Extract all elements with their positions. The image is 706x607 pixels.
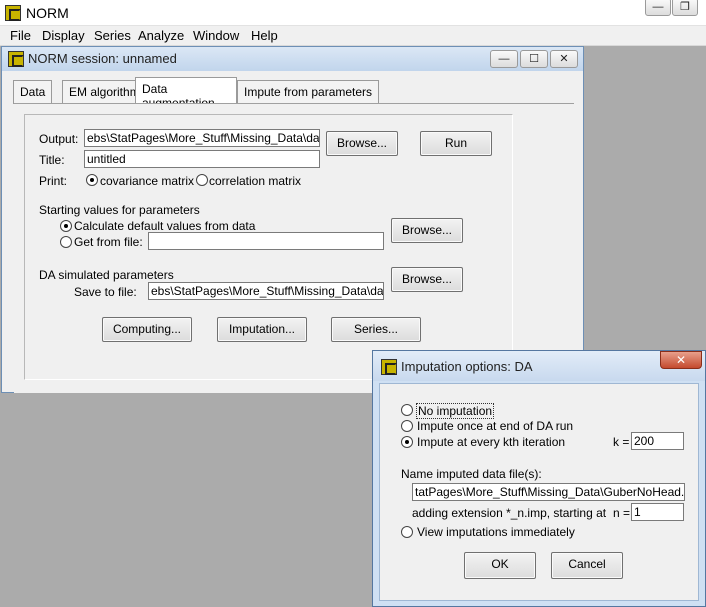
title-field[interactable]: untitled [84,150,320,168]
calc-default-radio[interactable] [60,220,72,232]
computing-button[interactable]: Computing... [102,317,192,342]
menu-file[interactable]: File [10,28,31,43]
adding-extension-label: adding extension *_n.imp, starting at [412,506,607,520]
k-field[interactable]: 200 [631,432,684,450]
session-window: NORM session: unnamed — ☐ ✕ Data EM algo… [1,46,584,393]
ok-button[interactable]: OK [464,552,536,579]
imputation-options-dialog: Imputation options: DA ✕ No imputation I… [372,350,706,607]
norm-logo-icon [5,5,21,21]
save-to-file-field[interactable]: ebs\StatPages\More_Stuff\Missing_Data\da… [148,282,384,300]
no-imputation-radio[interactable] [401,404,413,416]
menu-display[interactable]: Display [42,28,85,43]
maximize-icon: ☐ [529,53,539,65]
no-imputation-label: No imputation [416,403,495,419]
tab-label: Impute from parameters [244,85,373,99]
impute-every-k-radio[interactable] [401,436,413,448]
dialog-logo-icon [381,359,397,375]
starting-values-heading: Starting values for parameters [39,203,200,217]
session-minimize-button[interactable]: — [490,50,518,68]
session-close-button[interactable]: ✕ [550,50,578,68]
app-titlebar: NORM — ❐ [0,0,706,26]
da-browse-button[interactable]: Browse... [391,267,463,292]
impute-once-label: Impute once at end of DA run [417,419,574,433]
impute-every-k-label: Impute at every kth iteration [417,435,566,449]
app-title: NORM [26,5,69,21]
k-label: k = [613,435,630,449]
restore-icon: ❐ [680,1,690,13]
print-label: Print: [39,174,68,188]
n-field[interactable]: 1 [631,503,684,521]
tab-data-augmentation[interactable]: Data augmentation [135,77,237,110]
output-field[interactable]: ebs\StatPages\More_Stuff\Missing_Data\da… [84,129,320,147]
menu-analyze[interactable]: Analyze [138,28,184,43]
session-maximize-button[interactable]: ☐ [520,50,548,68]
session-title: NORM session: unnamed [28,51,177,66]
correlation-radio[interactable] [196,174,208,186]
imputation-button[interactable]: Imputation... [217,317,307,342]
menu-window[interactable]: Window [193,28,239,43]
n-label: n = [613,506,631,520]
dialog-close-button[interactable]: ✕ [660,351,702,369]
dialog-title: Imputation options: DA [401,359,533,374]
cancel-button[interactable]: Cancel [551,552,623,579]
impute-once-radio[interactable] [401,420,413,432]
tab-impute-from-parameters[interactable]: Impute from parameters [237,80,380,104]
view-imputations-label: View imputations immediately [417,525,575,539]
covariance-label: covariance matrix [100,174,195,188]
calc-default-label: Calculate default values from data [74,219,256,233]
imputed-file-field[interactable]: tatPages\More_Stuff\Missing_Data\GuberNo… [412,483,685,501]
run-button[interactable]: Run [420,131,492,156]
save-to-file-label: Save to file: [74,285,137,299]
menubar: File Display Series Analyze Window Help [0,26,706,46]
get-from-file-radio[interactable] [60,236,72,248]
tab-em-algorithm[interactable]: EM algorithm [62,80,147,104]
minimize-icon: — [652,1,664,13]
series-button[interactable]: Series... [331,317,421,342]
tab-data[interactable]: Data [13,80,53,104]
get-from-file-field[interactable] [148,232,384,250]
app-restore-button[interactable]: ❐ [672,0,698,16]
output-label: Output: [39,132,79,146]
tab-label: Data [20,85,46,99]
correlation-label: correlation matrix [209,174,302,188]
name-files-label: Name imputed data file(s): [401,467,542,481]
covariance-radio[interactable] [86,174,98,186]
get-from-file-label: Get from file: [74,235,143,249]
view-imputations-radio[interactable] [401,526,413,538]
close-icon: ✕ [675,353,687,367]
close-icon: ✕ [559,53,569,65]
session-logo-icon [8,51,24,67]
dialog-titlebar: Imputation options: DA ✕ [373,351,705,381]
dialog-body: No imputation Impute once at end of DA r… [379,383,699,601]
start-browse-button[interactable]: Browse... [391,218,463,243]
tab-label: EM algorithm [69,85,140,99]
da-params-heading: DA simulated parameters [39,268,174,282]
app-minimize-button[interactable]: — [645,0,671,16]
menu-help[interactable]: Help [251,28,278,43]
menu-series[interactable]: Series [94,28,131,43]
output-browse-button[interactable]: Browse... [326,131,398,156]
session-titlebar: NORM session: unnamed — ☐ ✕ [2,47,583,71]
minimize-icon: — [498,53,510,65]
title-label: Title: [39,153,65,167]
